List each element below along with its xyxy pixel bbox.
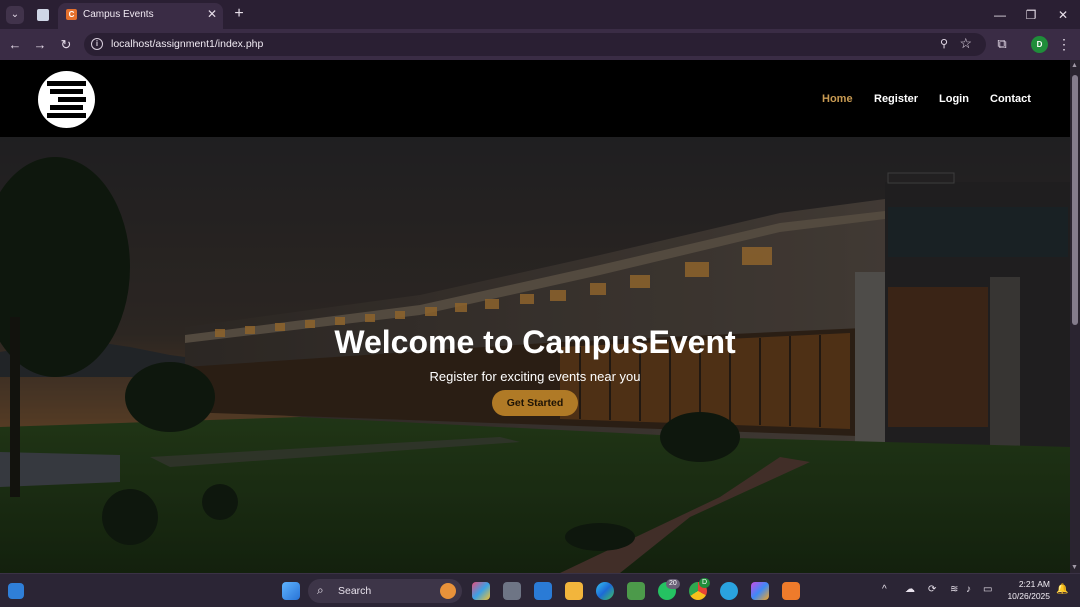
arrow-left-icon: ← [8, 37, 22, 52]
site-info-icon[interactable]: i [91, 38, 103, 50]
restore-button[interactable]: ❐ [1022, 6, 1040, 24]
notepad-icon[interactable] [627, 582, 645, 600]
forward-button[interactable]: → [32, 37, 48, 53]
sync-icon[interactable]: ⟳ [928, 584, 936, 595]
browser-menu-dots-icon[interactable]: ⋮ [1057, 36, 1071, 53]
copilot-icon[interactable] [472, 582, 490, 600]
microsoft-365-icon[interactable] [751, 582, 769, 600]
nav-home[interactable]: Home [822, 93, 853, 105]
hero-section: Welcome to CampusEvent Register for exci… [0, 137, 1070, 573]
site-header: Home Register Login Contact [0, 60, 1070, 137]
clock-time: 2:21 AM [1018, 579, 1050, 589]
bookmark-star-icon[interactable]: ☆ [959, 35, 972, 52]
close-icon: ✕ [1057, 8, 1069, 22]
hero-subtitle: Register for exciting events near you [429, 369, 641, 384]
main-nav: Home Register Login Contact [822, 93, 1032, 107]
wifi-icon[interactable]: ≋ [950, 584, 958, 595]
plus-icon: + [234, 5, 244, 22]
chrome-profile-badge: D [699, 578, 711, 588]
tab-title: Campus Events [83, 9, 154, 20]
file-explorer-icon[interactable] [565, 582, 583, 600]
zoom-icon[interactable]: ⚲ [940, 37, 948, 50]
address-bar[interactable]: i localhost/assignment1/index.php ⚲ ☆ [84, 33, 986, 56]
pinned-tab-favicon-icon [37, 9, 49, 21]
tab-favicon-icon: C [66, 9, 77, 20]
edge-icon[interactable] [596, 582, 614, 600]
battery-icon[interactable]: ▭ [983, 584, 992, 595]
extensions-puzzle-icon[interactable]: ⧉ [994, 36, 1010, 52]
page-scrollbar[interactable]: ▲ ▼ [1070, 60, 1080, 573]
scroll-down-arrow-icon[interactable]: ▼ [1071, 564, 1078, 571]
taskbar-search-box[interactable]: ⌕ Search [308, 579, 462, 603]
pinned-tab[interactable] [28, 3, 56, 27]
restore-icon: ❐ [1025, 8, 1037, 22]
tab-campus-events[interactable]: C Campus Events ✕ [58, 3, 223, 29]
minimize-button[interactable]: — [991, 6, 1009, 24]
hero-title: Welcome to CampusEvent [334, 324, 736, 360]
logo-stripe [47, 81, 86, 86]
xampp-icon[interactable] [782, 582, 800, 600]
url-text[interactable]: localhost/assignment1/index.php [111, 38, 263, 50]
windows-start-icon[interactable] [282, 582, 300, 600]
site-logo[interactable] [38, 71, 95, 128]
minimize-icon: — [994, 8, 1006, 22]
notification-bell-icon[interactable]: 🔔 [1056, 584, 1068, 595]
telegram-icon[interactable] [720, 582, 738, 600]
logo-stripe [47, 113, 86, 118]
arrow-right-icon: → [33, 37, 47, 52]
get-started-button[interactable]: Get Started [492, 390, 578, 416]
cloud-icon[interactable]: ☁ [905, 584, 915, 595]
nav-contact[interactable]: Contact [990, 93, 1031, 105]
volume-icon[interactable]: ♪ [966, 584, 971, 595]
page-viewport: Home Register Login Contact Welcome to C… [0, 60, 1070, 573]
clock-date: 10/26/2025 [1007, 591, 1050, 601]
mail-icon[interactable] [534, 582, 552, 600]
reload-button[interactable]: ↻ [58, 37, 74, 53]
profile-avatar[interactable]: D [1031, 36, 1048, 53]
taskbar-search-label: Search [338, 585, 372, 597]
task-view-icon[interactable] [503, 582, 521, 600]
scroll-up-arrow-icon[interactable]: ▲ [1071, 62, 1078, 69]
taskbar-clock[interactable]: 2:21 AM 10/26/2025 [1007, 578, 1050, 602]
logo-stripe [50, 105, 83, 110]
nav-register[interactable]: Register [874, 93, 918, 105]
whatsapp-badge: 20 [666, 579, 680, 589]
back-button[interactable]: ← [7, 37, 23, 53]
search-highlight-icon [440, 583, 456, 599]
logo-stripe [50, 89, 83, 94]
reload-icon: ↻ [60, 37, 72, 52]
logo-stripe [58, 97, 86, 102]
windows-taskbar: ⌕ Search 20 D ^ ☁ ⟳ ≋ ♪ ▭ 2:21 AM 10/26/… [0, 573, 1080, 607]
widgets-icon[interactable] [8, 583, 24, 599]
chevron-down-icon: ⌄ [10, 9, 20, 20]
search-icon: ⌕ [317, 583, 324, 597]
close-window-button[interactable]: ✕ [1054, 6, 1072, 24]
new-tab-button[interactable]: + [230, 5, 248, 23]
tray-overflow-chevron-icon[interactable]: ^ [882, 584, 887, 595]
browser-toolbar: ← → ↻ i localhost/assignment1/index.php … [0, 29, 1080, 60]
browser-tab-bar: ⌄ C Campus Events ✕ + — ❐ ✕ [0, 0, 1080, 29]
scroll-thumb[interactable] [1072, 75, 1078, 325]
tab-close-icon[interactable]: ✕ [207, 7, 217, 21]
nav-login[interactable]: Login [939, 93, 969, 105]
tab-search-dropdown-button[interactable]: ⌄ [6, 6, 24, 24]
